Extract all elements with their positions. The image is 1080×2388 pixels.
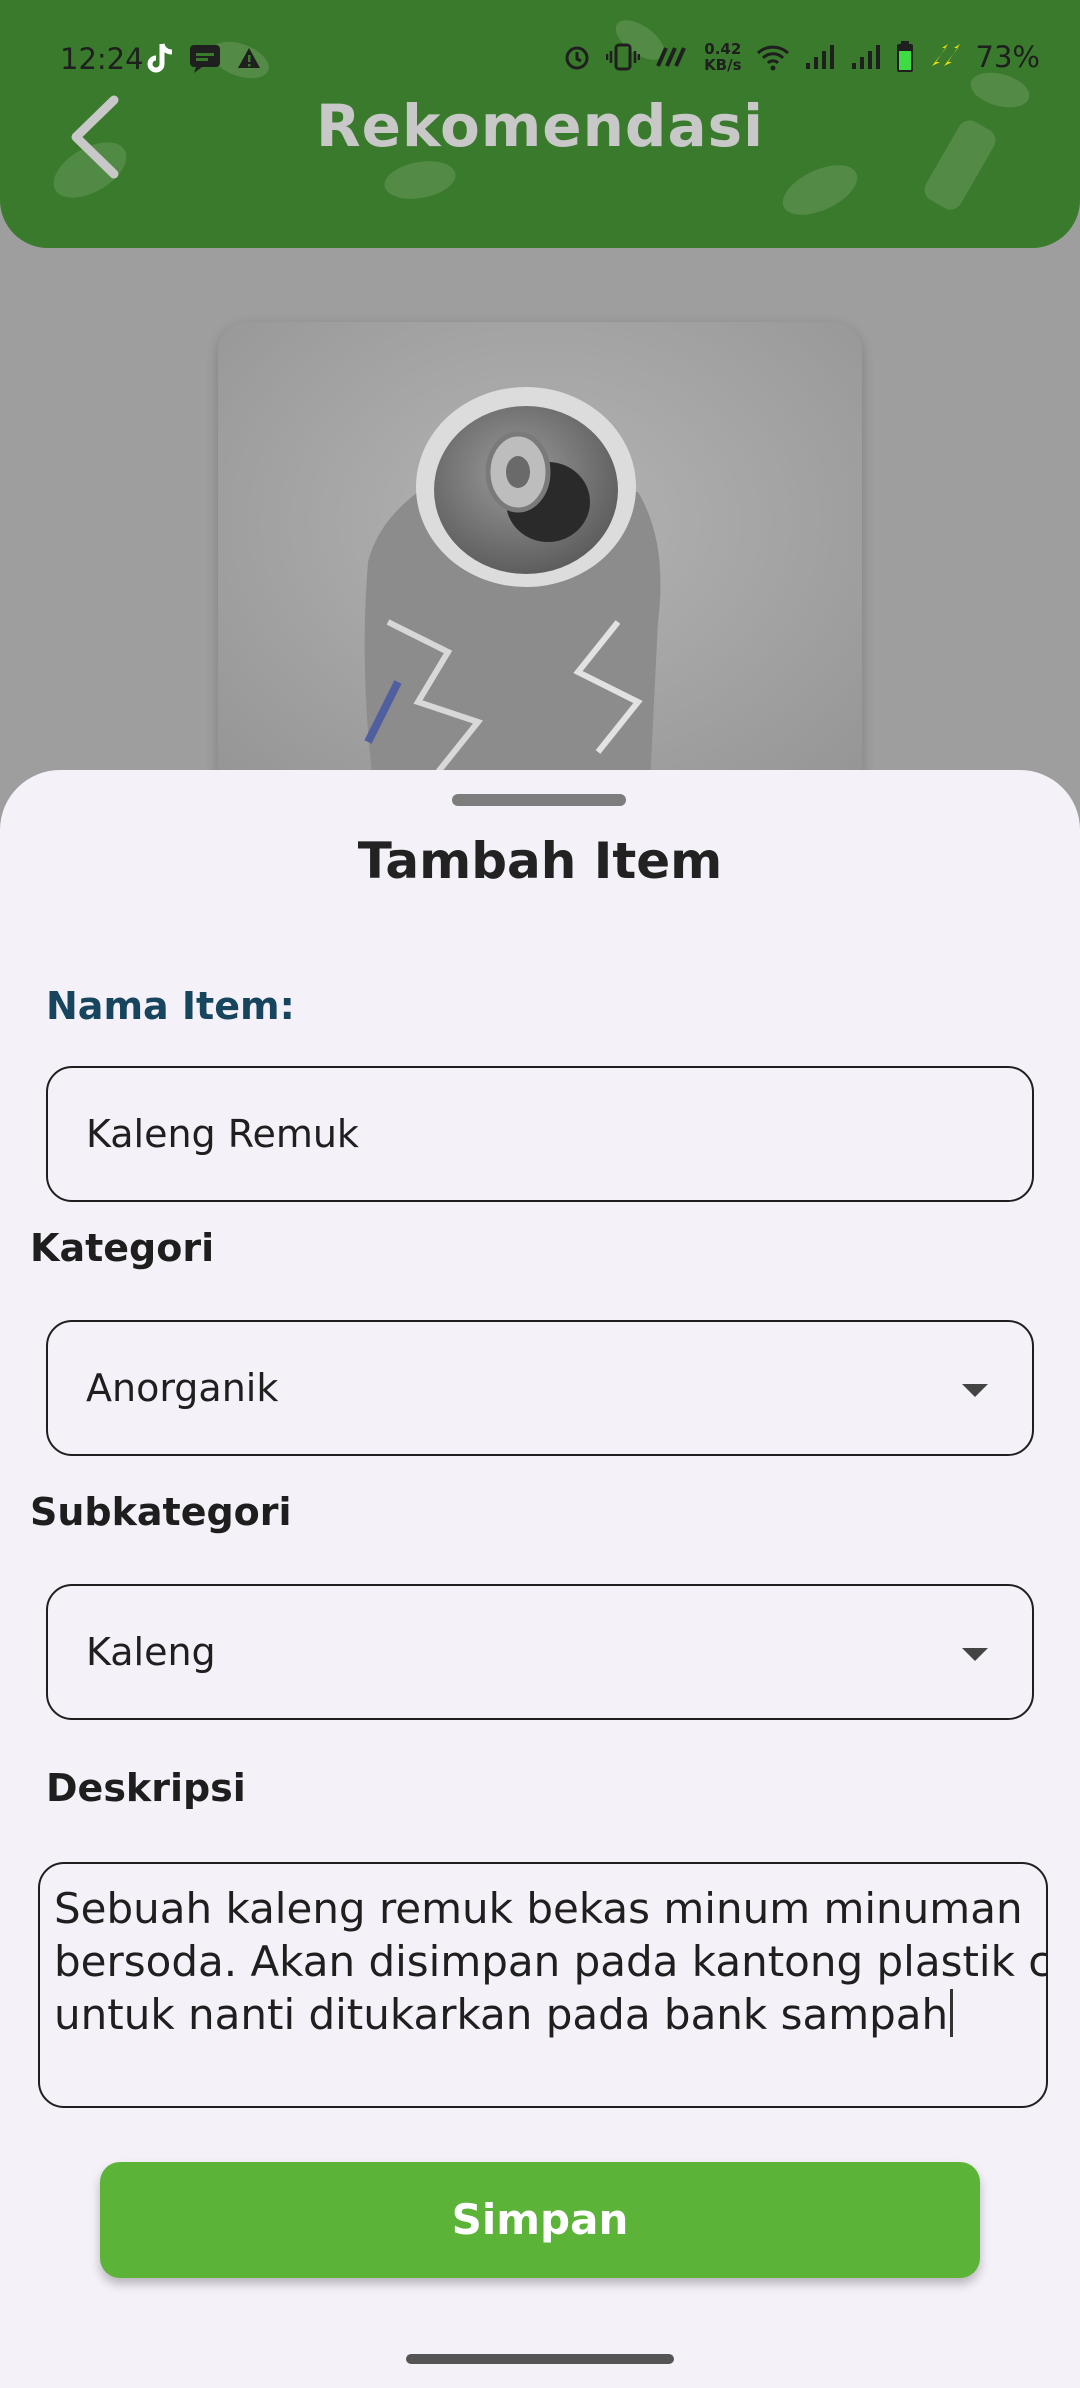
nama-item-input[interactable]: Kaleng Remuk xyxy=(46,1066,1034,1202)
home-indicator[interactable] xyxy=(406,2354,674,2364)
drag-handle[interactable] xyxy=(452,794,626,806)
item-photo xyxy=(218,322,862,822)
battery-percent: 73% xyxy=(975,40,1040,74)
alarm-icon xyxy=(565,46,589,70)
charging-icon xyxy=(931,44,960,66)
warning-icon xyxy=(238,48,260,68)
kategori-value: Anorganik xyxy=(86,1366,279,1410)
tiktok-icon xyxy=(147,43,173,73)
deskripsi-line: untuk nanti ditukarkan pada bank sampah xyxy=(54,1990,949,2039)
nama-item-label: Nama Item: xyxy=(46,984,295,1028)
signal-icon xyxy=(851,45,880,69)
speed-value: 0.42 xyxy=(704,40,742,58)
status-time: 12:24 xyxy=(60,42,144,76)
dropdown-arrow-icon xyxy=(962,1648,988,1661)
deskripsi-line: bersoda. Akan disimpan pada kantong plas… xyxy=(54,1937,1048,1986)
crushed-can-image xyxy=(218,322,862,822)
kategori-dropdown[interactable]: Anorganik xyxy=(46,1320,1034,1456)
vibrate-icon xyxy=(606,43,641,71)
webtoon-icon xyxy=(190,45,220,73)
speed-unit: KB/s xyxy=(704,56,742,74)
add-item-sheet: Tambah Item Nama Item: Kaleng Remuk Kate… xyxy=(0,770,1080,2388)
subkategori-label: Subkategori xyxy=(30,1490,292,1534)
dropdown-arrow-icon xyxy=(962,1384,988,1397)
network-speed: 0.42 KB/s xyxy=(704,41,741,73)
status-bar: 12:24 0.42 KB/s 73% xyxy=(0,30,1080,90)
save-button-label: Simpan xyxy=(451,2195,629,2244)
kategori-label: Kategori xyxy=(30,1226,215,1270)
deskripsi-textarea[interactable]: Sebuah kaleng remuk bekas minum minuman … xyxy=(38,1862,1048,2108)
sheet-title: Tambah Item xyxy=(357,832,723,890)
nama-item-value: Kaleng Remuk xyxy=(86,1112,359,1156)
page-title: Rekomendasi xyxy=(316,92,764,160)
battery-icon xyxy=(896,41,913,72)
save-button[interactable]: Simpan xyxy=(100,2162,980,2278)
deskripsi-label: Deskripsi xyxy=(46,1766,246,1810)
text-cursor xyxy=(950,1989,954,2037)
subkategori-value: Kaleng xyxy=(86,1630,216,1674)
signal-icon xyxy=(805,45,834,69)
deskripsi-line: Sebuah kaleng remuk bekas minum minuman xyxy=(54,1884,1023,1933)
subkategori-dropdown[interactable]: Kaleng xyxy=(46,1584,1034,1720)
app-bar: 12:24 0.42 KB/s 73% Rekomendasi xyxy=(0,0,1080,248)
network-icon xyxy=(656,47,686,67)
wifi-icon xyxy=(756,45,789,71)
